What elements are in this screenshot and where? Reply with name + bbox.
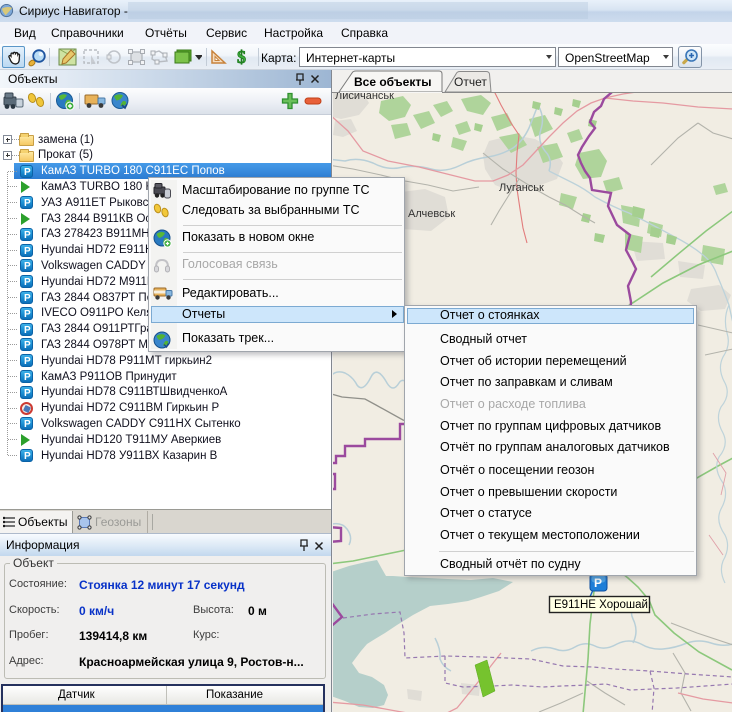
svg-text:Е911НЕ Хорошай.: Е911НЕ Хорошай.	[554, 599, 651, 611]
svg-text:Отчет: Отчет	[454, 75, 487, 89]
svg-text:Алчевськ: Алчевськ	[408, 208, 455, 220]
svg-text:$: $	[237, 47, 246, 67]
svg-text:Все объекты: Все объекты	[354, 75, 431, 89]
svg-text:P: P	[594, 576, 602, 590]
svg-text:Луганськ: Луганськ	[499, 182, 544, 194]
svg-text:Лисичанськ: Лисичанськ	[335, 93, 394, 102]
